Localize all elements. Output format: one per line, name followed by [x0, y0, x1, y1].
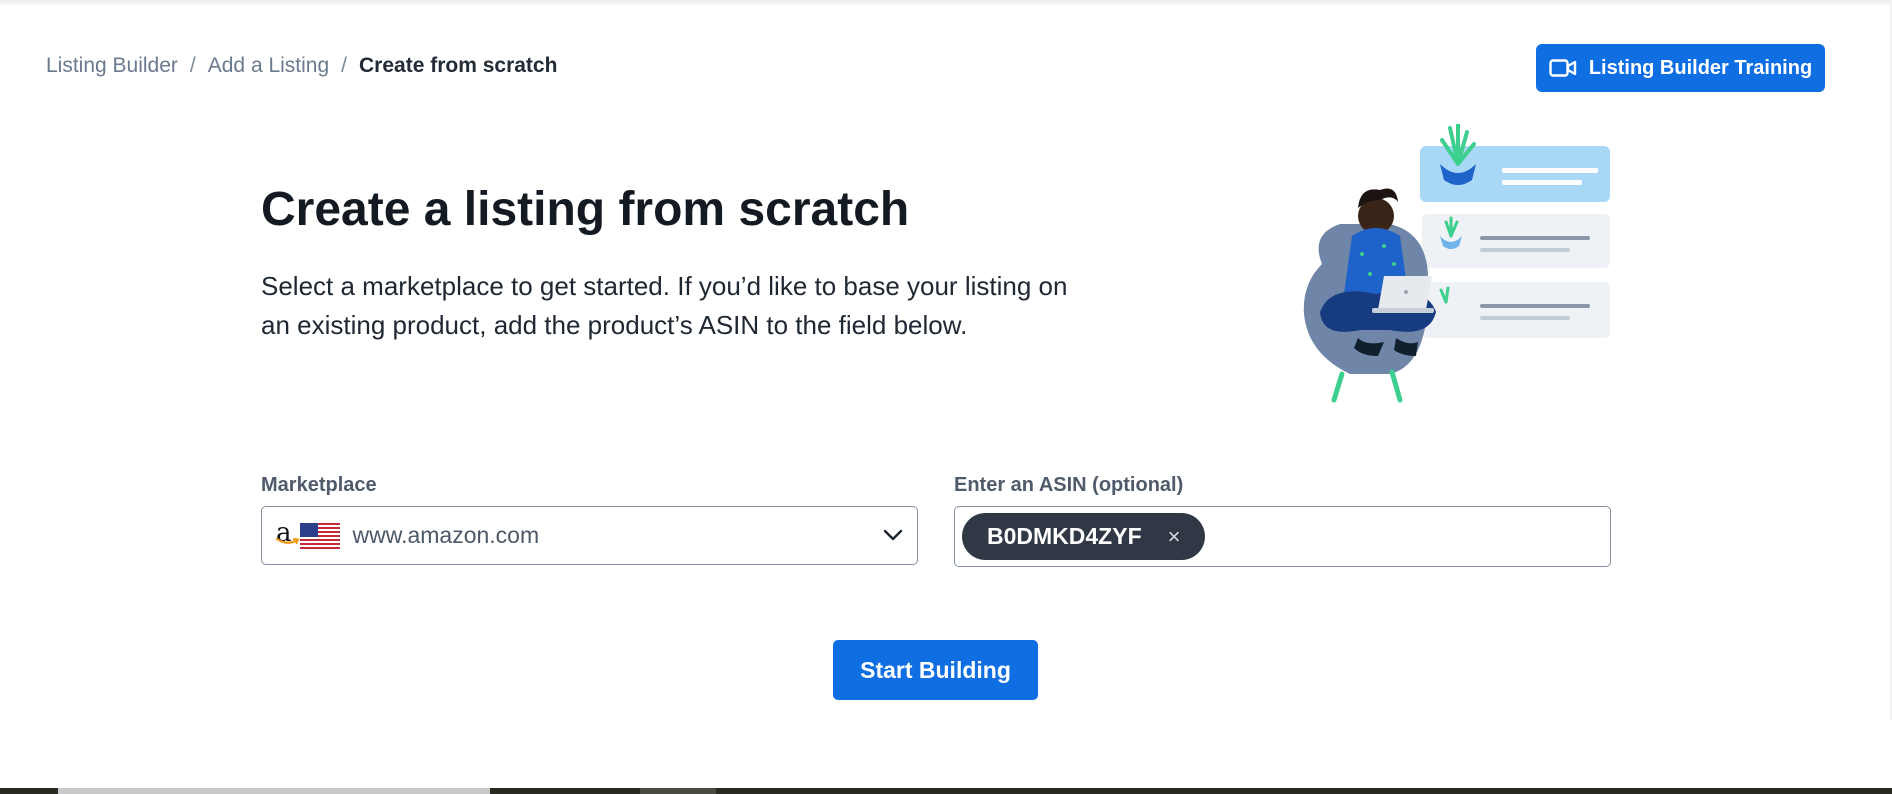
breadcrumb-separator: / [189, 54, 196, 77]
start-building-button[interactable]: Start Building [833, 640, 1038, 700]
marketplace-value: www.amazon.com [352, 522, 540, 548]
amazon-smile-icon [275, 537, 300, 544]
breadcrumb: Listing Builder / Add a Listing / Create… [46, 54, 557, 78]
marketplace-select[interactable]: a www.amazon.com [261, 506, 918, 565]
marketplace-label: Marketplace [261, 474, 377, 496]
taskbar-segment [58, 788, 490, 794]
breadcrumb-add-a-listing[interactable]: Add a Listing [208, 54, 329, 78]
chip-close-icon[interactable]: × [1168, 524, 1181, 550]
us-flag-icon [299, 522, 340, 549]
breadcrumb-listing-builder[interactable]: Listing Builder [46, 54, 178, 78]
taskbar-strip [0, 788, 1892, 794]
listing-builder-training-button[interactable]: Listing Builder Training [1536, 44, 1825, 92]
asin-chip: B0DMKD4ZYF × [962, 513, 1206, 560]
asin-label: Enter an ASIN (optional) [954, 474, 1184, 496]
asin-input[interactable]: B0DMKD4ZYF × [954, 506, 1611, 567]
breadcrumb-current: Create from scratch [359, 54, 558, 77]
chevron-down-icon[interactable] [883, 528, 903, 542]
taskbar-segment [640, 788, 716, 794]
asin-chip-value: B0DMKD4ZYF [987, 523, 1142, 549]
top-shadow [0, 0, 1892, 6]
page-title: Create a listing from scratch [261, 183, 910, 236]
training-button-label: Listing Builder Training [1588, 56, 1813, 79]
page-description: Select a marketplace to get started. If … [261, 271, 1068, 340]
video-camera-icon [1549, 59, 1577, 77]
breadcrumb-separator: / [341, 54, 348, 77]
person-with-laptop-illustration [1303, 124, 1610, 403]
